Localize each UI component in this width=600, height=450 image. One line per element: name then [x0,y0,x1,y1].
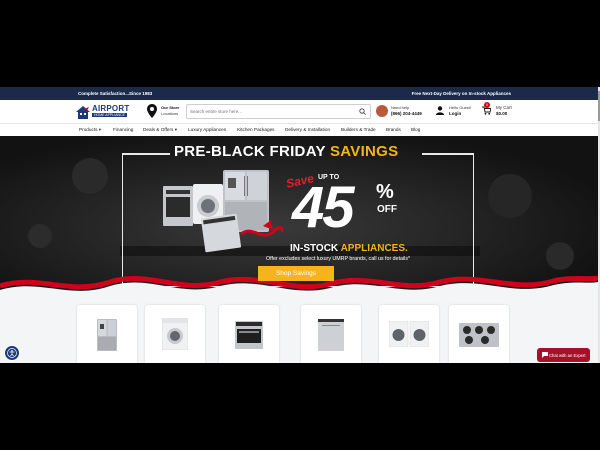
shop-savings-button[interactable]: Shop Savings [258,266,334,281]
cooktop-icon [459,323,499,347]
nav-item-label: Products [79,127,98,132]
help-phone[interactable]: (866) 204-4449 [391,111,422,116]
category-card-dishwashers[interactable] [301,305,361,363]
category-strip [0,302,598,363]
accessibility-icon [7,348,17,358]
category-card-washers[interactable] [145,305,205,363]
refrigerator-icon [97,319,117,351]
store-title: Our Store [161,105,180,110]
store-locations-link[interactable]: Our Store Locations [147,104,183,120]
browser-page: Complete Satisfaction...Since 1983 Free … [0,87,598,363]
nav-item-luxury[interactable]: Luxury Appliances [188,127,226,132]
delivery-promo-text[interactable]: Free Next-Day Delivery on In-stock Appli… [412,91,511,96]
appliance-group-image [163,170,283,253]
cart-total: $0.00 [496,111,508,116]
support-agent-avatar [376,105,388,117]
search-icon[interactable] [359,108,366,115]
laundry-pair-icon [389,321,429,347]
discount-number: 45 [292,175,354,240]
dishwasher-icon [318,319,344,351]
instock-main: IN-STOCK [290,243,341,254]
washer-icon [162,318,188,350]
range-icon [235,321,263,349]
category-card-refrigerators[interactable] [77,305,137,363]
accessibility-button[interactable] [4,345,20,361]
percent-sign: % [376,181,394,203]
category-card-ranges[interactable] [219,305,279,363]
chat-bubble-icon [542,352,548,358]
category-card-cooktops[interactable] [449,305,509,363]
search-box [186,104,371,119]
chevron-down-icon: ▾ [97,127,102,132]
login-link[interactable]: Hello Guest! Login [436,105,476,119]
chat-label: Chat with an Expert [549,353,586,358]
search-input[interactable] [190,106,350,116]
announcement-bar: Complete Satisfaction...Since 1983 Free … [0,87,598,100]
hero-title: PRE-BLACK FRIDAY SAVINGS [174,143,424,160]
satisfaction-text: Complete Satisfaction...Since 1983 [78,91,153,96]
chevron-down-icon: ▾ [173,127,178,132]
cart-label: My Cart [496,105,512,110]
cart-count-badge: 0 [484,102,490,108]
nav-item-deals[interactable]: Deals & Offers ▾ [143,127,177,133]
store-subtitle: Locations [161,111,179,116]
site-header: AIRPORT HOME APPLIANCE Our Store Locatio… [0,100,598,123]
chat-with-expert-button[interactable]: Chat with an Expert [537,348,590,362]
site-logo[interactable]: AIRPORT HOME APPLIANCE [76,104,136,120]
instock-accent: APPLIANCES. [340,243,408,254]
nav-item-financing[interactable]: Financing [113,127,133,132]
category-card-laundry-pairs[interactable] [379,305,439,363]
nav-item-blog[interactable]: Blog [411,127,420,132]
help-label: Need help [391,105,410,110]
cart-link[interactable]: 0 My Cart $0.00 [482,102,522,120]
user-icon [436,106,444,115]
nav-item-products[interactable]: Products ▾ [79,127,101,133]
hero-banner[interactable]: PRE-BLACK FRIDAY SAVINGS Save UP TO 45 %… [0,136,598,302]
login-label[interactable]: Login [449,111,461,116]
help-contact[interactable]: Need help (866) 204-4449 [376,105,436,119]
nav-item-kitchen-packages[interactable]: Kitchen Packages [237,127,275,132]
nav-item-delivery[interactable]: Delivery & Installation [285,127,330,132]
login-greeting: Hello Guest! [449,105,472,110]
logo-sub-text: HOME APPLIANCE [92,113,127,117]
logo-brand-text: AIRPORT [92,104,130,113]
location-pin-icon [147,104,157,118]
nav-item-builders[interactable]: Builders & Trade [341,127,376,132]
nav-item-brands[interactable]: Brands [386,127,401,132]
house-logo-icon [76,106,90,119]
off-text: OFF [377,204,397,215]
in-stock-heading: IN-STOCK APPLIANCES. [290,243,408,254]
hero-title-main: PRE-BLACK FRIDAY [174,143,330,160]
hero-title-accent: SAVINGS [329,143,399,160]
nav-item-label: Deals & Offers [143,127,174,132]
main-nav: Products ▾ Financing Deals & Offers ▾ Lu… [0,123,598,137]
offer-exclusion-text: Offer excludes select luxury UMRP brands… [266,256,411,262]
